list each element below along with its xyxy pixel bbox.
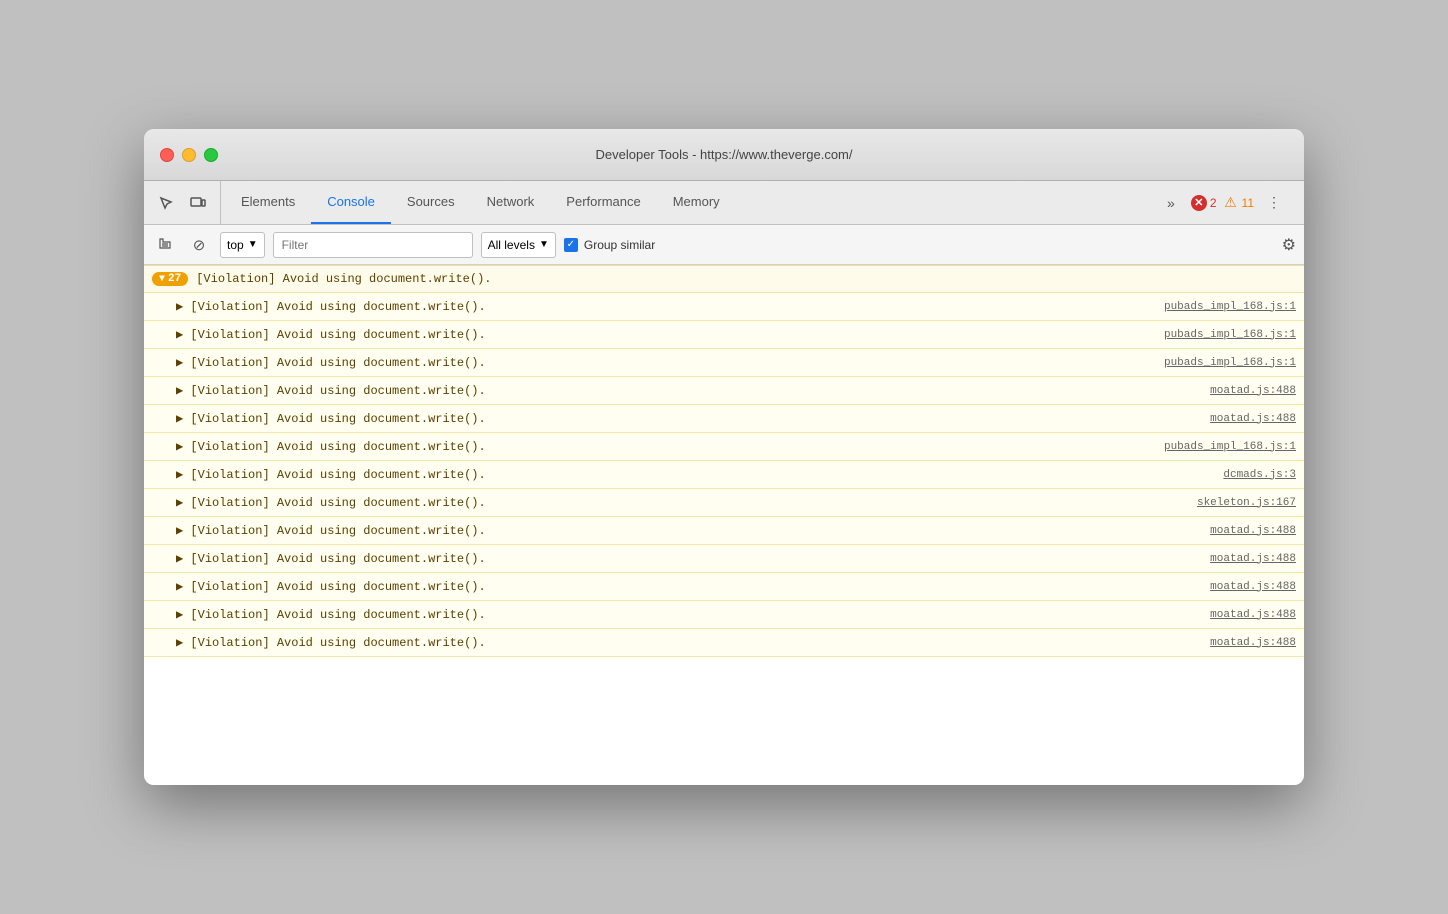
table-row: ▶ [Violation] Avoid using document.write… <box>144 517 1304 545</box>
context-dropdown-arrow: ▼ <box>248 239 258 250</box>
table-row: ▶ [Violation] Avoid using document.write… <box>144 349 1304 377</box>
console-message-text: ▶ [Violation] Avoid using document.write… <box>176 327 486 342</box>
minimize-button[interactable] <box>182 148 196 162</box>
table-row: ▶ [Violation] Avoid using document.write… <box>144 405 1304 433</box>
console-row-content: ▶ [Violation] Avoid using document.write… <box>176 523 486 538</box>
console-message-text: ▶ [Violation] Avoid using document.write… <box>176 551 486 566</box>
devtools-window: Developer Tools - https://www.theverge.c… <box>144 129 1304 785</box>
table-row: ▶ [Violation] Avoid using document.write… <box>144 601 1304 629</box>
more-tabs-button[interactable]: » <box>1157 189 1185 217</box>
log-level-selector[interactable]: All levels ▼ <box>481 232 556 258</box>
console-output[interactable]: ▼ 27 [Violation] Avoid using document.wr… <box>144 265 1304 785</box>
console-source-link[interactable]: dcmads.js:3 <box>1223 469 1296 481</box>
tab-memory[interactable]: Memory <box>657 181 736 224</box>
error-icon: ✕ <box>1191 195 1207 211</box>
level-dropdown-arrow: ▼ <box>539 239 549 250</box>
titlebar: Developer Tools - https://www.theverge.c… <box>144 129 1304 181</box>
close-button[interactable] <box>160 148 174 162</box>
console-message-text: ▶ [Violation] Avoid using document.write… <box>176 495 486 510</box>
console-source-link[interactable]: pubads_impl_168.js:1 <box>1164 301 1296 313</box>
console-message-text: ▶ [Violation] Avoid using document.write… <box>176 467 486 482</box>
inspect-element-button[interactable] <box>152 189 180 217</box>
console-row-content: ▶ [Violation] Avoid using document.write… <box>176 607 486 622</box>
table-row: ▶ [Violation] Avoid using document.write… <box>144 433 1304 461</box>
device-toggle-button[interactable] <box>184 189 212 217</box>
console-source-link[interactable]: moatad.js:488 <box>1210 525 1296 537</box>
tab-sources[interactable]: Sources <box>391 181 471 224</box>
console-source-link[interactable]: pubads_impl_168.js:1 <box>1164 329 1296 341</box>
table-row: ▶ [Violation] Avoid using document.write… <box>144 545 1304 573</box>
more-options-button[interactable]: ⋮ <box>1260 189 1288 217</box>
console-message-text: ▶ [Violation] Avoid using document.write… <box>176 299 486 314</box>
console-message-text: ▶ [Violation] Avoid using document.write… <box>176 607 486 622</box>
console-source-link[interactable]: moatad.js:488 <box>1210 609 1296 621</box>
console-row-content: ▶ [Violation] Avoid using document.write… <box>176 495 486 510</box>
error-badge[interactable]: ✕ 2 <box>1191 195 1217 211</box>
console-source-link[interactable]: skeleton.js:167 <box>1197 497 1296 509</box>
settings-gear-button[interactable]: ⚙ <box>1282 235 1296 255</box>
filter-input[interactable] <box>273 232 473 258</box>
console-message-text: ▶ [Violation] Avoid using document.write… <box>176 411 486 426</box>
console-row-content: ▶ [Violation] Avoid using document.write… <box>176 299 486 314</box>
warn-icon: ⚠ <box>1223 195 1239 211</box>
tab-network[interactable]: Network <box>471 181 551 224</box>
group-header-message: [Violation] Avoid using document.write()… <box>196 272 491 286</box>
table-row: ▶ [Violation] Avoid using document.write… <box>144 377 1304 405</box>
group-similar-checkbox[interactable] <box>564 238 578 252</box>
console-source-link[interactable]: moatad.js:488 <box>1210 637 1296 649</box>
table-row: ▶ [Violation] Avoid using document.write… <box>144 489 1304 517</box>
console-row-content: ▶ [Violation] Avoid using document.write… <box>176 355 486 370</box>
console-message-text: ▶ [Violation] Avoid using document.write… <box>176 355 486 370</box>
group-collapse-arrow: ▼ <box>159 274 165 285</box>
console-row-content: ▶ [Violation] Avoid using document.write… <box>176 411 486 426</box>
console-message-text: ▶ [Violation] Avoid using document.write… <box>176 383 486 398</box>
table-row: ▶ [Violation] Avoid using document.write… <box>144 293 1304 321</box>
context-selector[interactable]: top ▼ <box>220 232 265 258</box>
console-message-text: ▶ [Violation] Avoid using document.write… <box>176 439 486 454</box>
group-similar-option: Group similar <box>564 238 655 252</box>
console-message-text: ▶ [Violation] Avoid using document.write… <box>176 523 486 538</box>
block-icon-button[interactable]: ⊘ <box>186 232 212 258</box>
table-row: ▶ [Violation] Avoid using document.write… <box>144 573 1304 601</box>
tab-console[interactable]: Console <box>311 181 391 224</box>
table-row: ▶ [Violation] Avoid using document.write… <box>144 461 1304 489</box>
traffic-lights <box>160 148 218 162</box>
table-row: ▶ [Violation] Avoid using document.write… <box>144 629 1304 657</box>
window-title: Developer Tools - https://www.theverge.c… <box>596 147 853 162</box>
console-row-content: ▶ [Violation] Avoid using document.write… <box>176 467 486 482</box>
tab-performance[interactable]: Performance <box>550 181 656 224</box>
table-row: ▶ [Violation] Avoid using document.write… <box>144 321 1304 349</box>
console-group-header[interactable]: ▼ 27 [Violation] Avoid using document.wr… <box>144 265 1304 293</box>
group-similar-label: Group similar <box>584 238 655 252</box>
main-tabs: Elements Console Sources Network Perform… <box>225 181 1149 224</box>
console-source-link[interactable]: moatad.js:488 <box>1210 553 1296 565</box>
console-source-link[interactable]: moatad.js:488 <box>1210 413 1296 425</box>
clear-console-button[interactable] <box>152 232 178 258</box>
console-row-content: ▶ [Violation] Avoid using document.write… <box>176 635 486 650</box>
console-row-content: ▶ [Violation] Avoid using document.write… <box>176 439 486 454</box>
console-row-content: ▶ [Violation] Avoid using document.write… <box>176 551 486 566</box>
console-source-link[interactable]: pubads_impl_168.js:1 <box>1164 357 1296 369</box>
console-row-content: ▶ [Violation] Avoid using document.write… <box>176 579 486 594</box>
devtools-icon-group <box>152 181 221 224</box>
maximize-button[interactable] <box>204 148 218 162</box>
tab-elements[interactable]: Elements <box>225 181 311 224</box>
console-source-link[interactable]: moatad.js:488 <box>1210 385 1296 397</box>
console-message-text: ▶ [Violation] Avoid using document.write… <box>176 635 486 650</box>
console-row-content: ▶ [Violation] Avoid using document.write… <box>176 383 486 398</box>
console-row-content: ▶ [Violation] Avoid using document.write… <box>176 327 486 342</box>
warn-badge[interactable]: ⚠ 11 <box>1223 195 1254 211</box>
tabs-right-area: » ✕ 2 ⚠ 11 ⋮ <box>1149 181 1296 224</box>
group-count-badge: ▼ 27 <box>152 272 188 286</box>
console-source-link[interactable]: pubads_impl_168.js:1 <box>1164 441 1296 453</box>
tabs-bar: Elements Console Sources Network Perform… <box>144 181 1304 225</box>
console-toolbar: ⊘ top ▼ All levels ▼ Group similar ⚙ <box>144 225 1304 265</box>
console-message-text: ▶ [Violation] Avoid using document.write… <box>176 579 486 594</box>
console-source-link[interactable]: moatad.js:488 <box>1210 581 1296 593</box>
